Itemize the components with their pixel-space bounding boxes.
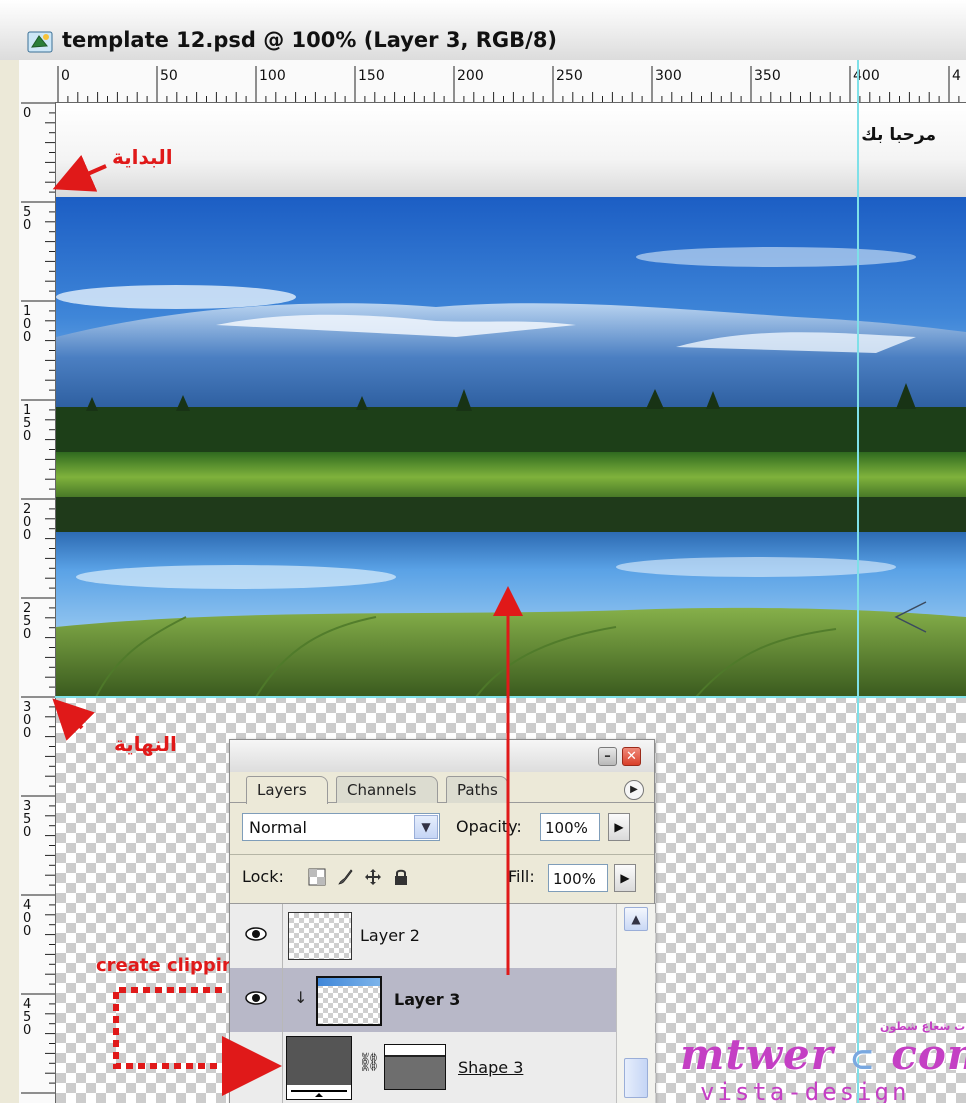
layers-scrollbar[interactable]: ▲: [616, 904, 655, 1103]
opacity-input[interactable]: 100%: [540, 813, 600, 841]
ruler-label: 100: [259, 68, 286, 84]
ruler-label: 300: [655, 68, 682, 84]
ruler-label: 0: [23, 106, 31, 121]
vector-shape-icon: [287, 1085, 351, 1099]
document-title-bar[interactable]: template 12.psd @ 100% (Layer 3, RGB/8): [0, 0, 966, 61]
lock-label: Lock:: [242, 867, 284, 886]
eye-icon[interactable]: [245, 926, 267, 942]
layer-thumbnail[interactable]: [316, 976, 382, 1026]
layer-name[interactable]: Shape 3: [458, 1058, 523, 1077]
tab-layers[interactable]: Layers: [246, 776, 328, 804]
lock-fill-row: Lock: Fill: 100% ▶: [230, 855, 654, 904]
lock-brush-icon[interactable]: [336, 868, 354, 886]
ruler-label: 0: [23, 1023, 31, 1038]
ruler-label: 250: [556, 68, 583, 84]
ruler-label: 0: [23, 924, 31, 939]
lock-move-icon[interactable]: [364, 868, 382, 886]
scroll-thumb[interactable]: [624, 1058, 648, 1098]
tab-channels[interactable]: Channels: [336, 776, 438, 803]
thumbnail-image-strip: [318, 978, 380, 986]
panel-title-bar[interactable]: – ✕: [230, 740, 654, 772]
chain-link-icon[interactable]: ⛓: [358, 1052, 381, 1073]
horizontal-ruler[interactable]: 0 50 100 150 200 250 300 350 400 4: [55, 60, 966, 103]
clipping-arrow-icon: ↓: [294, 988, 308, 1007]
ruler-label: 200: [457, 68, 484, 84]
ruler-label: 0: [23, 627, 31, 642]
blend-opacity-row: Normal ▼ Opacity: 100% ▶: [230, 802, 654, 855]
document-title: template 12.psd @ 100% (Layer 3, RGB/8): [62, 28, 558, 52]
ruler-label: 0: [23, 218, 31, 233]
ruler-label: 0: [23, 726, 31, 741]
annotation-start-label: البداية: [112, 145, 173, 169]
ruler-label: 4: [952, 68, 961, 84]
fill-input[interactable]: 100%: [548, 864, 608, 892]
blend-mode-value: Normal: [249, 818, 307, 837]
vertical-ruler[interactable]: 050100150200250300350400450: [19, 102, 56, 1103]
shape-thumbnail[interactable]: [286, 1036, 352, 1100]
fill-slider-arrow-icon[interactable]: ▶: [614, 864, 636, 892]
horizontal-guide-line[interactable]: [55, 696, 966, 698]
ruler-label: 0: [23, 528, 31, 543]
visibility-toggle[interactable]: [230, 968, 283, 1032]
landscape-image-layer: [56, 197, 966, 697]
ruler-label: 0: [23, 330, 31, 345]
blend-mode-select[interactable]: Normal ▼: [242, 813, 440, 841]
mask-top-strip: [385, 1045, 445, 1057]
panel-minimize-button[interactable]: –: [598, 747, 617, 766]
layer-row-shape-3[interactable]: ⛓ Shape 3: [230, 1032, 616, 1103]
ruler-label: 350: [754, 68, 781, 84]
watermark-suffix: com: [891, 1030, 966, 1079]
vector-mask-thumbnail[interactable]: [384, 1044, 446, 1090]
scroll-up-icon[interactable]: ▲: [624, 907, 648, 931]
ruler-label: 0: [23, 825, 31, 840]
panel-close-button[interactable]: ✕: [622, 747, 641, 766]
vertical-ruler-ticks: 050100150200250300350400450: [21, 102, 55, 1094]
watermark-tagline: vista-design: [700, 1078, 910, 1103]
layer-row-layer-3[interactable]: ↓ Layer 3: [230, 968, 616, 1033]
layer-name[interactable]: Layer 3: [394, 990, 460, 1009]
eye-icon[interactable]: [245, 990, 267, 1006]
horizontal-ruler-ticks: 0 50 100 150 200 250 300 350 400 4: [57, 66, 961, 102]
layers-list: Layer 2 ↓ Layer 3 ⛓ Shape 3: [230, 904, 616, 1103]
ruler-label: 0: [23, 429, 31, 444]
lock-transparency-icon[interactable]: [308, 868, 326, 886]
visibility-toggle[interactable]: [230, 904, 283, 968]
ruler-label: 0: [61, 68, 70, 84]
vertical-guide-line[interactable]: [857, 60, 859, 1103]
fill-label: Fill:: [508, 867, 535, 886]
watermark-brand: mtwer: [680, 1030, 834, 1079]
photoshop-document-icon: [27, 31, 53, 53]
tab-paths[interactable]: Paths: [446, 776, 508, 803]
opacity-label: Opacity:: [456, 817, 522, 836]
welcome-text: مرحبا بك: [861, 125, 936, 145]
ruler-label: 50: [160, 68, 178, 84]
visibility-toggle[interactable]: [230, 1032, 283, 1103]
panel-tab-bar: Layers Channels Paths ▶: [230, 772, 654, 804]
lock-all-icon[interactable]: [392, 868, 410, 886]
watermark-logo: mtwer ⊂ com: [680, 1030, 966, 1079]
layers-panel: – ✕ Layers Channels Paths ▶ Normal ▼ Opa…: [229, 739, 655, 1103]
panel-menu-arrow-icon[interactable]: ▶: [624, 780, 644, 800]
layer-name[interactable]: Layer 2: [360, 926, 420, 945]
header-band-layer: مرحبا بك: [56, 103, 966, 197]
ruler-origin-corner[interactable]: [19, 60, 56, 103]
left-window-border: [0, 60, 20, 1103]
photoshop-document-window: template 12.psd @ 100% (Layer 3, RGB/8) …: [0, 0, 966, 1103]
annotation-end-label: النهاية: [114, 732, 177, 756]
layer-thumbnail[interactable]: [288, 912, 352, 960]
watermark-swoosh-icon: ⊂: [849, 1042, 876, 1077]
layer-row-layer-2[interactable]: Layer 2: [230, 904, 616, 969]
chevron-down-icon[interactable]: ▼: [414, 815, 438, 839]
opacity-slider-arrow-icon[interactable]: ▶: [608, 813, 630, 841]
ruler-label: 150: [358, 68, 385, 84]
